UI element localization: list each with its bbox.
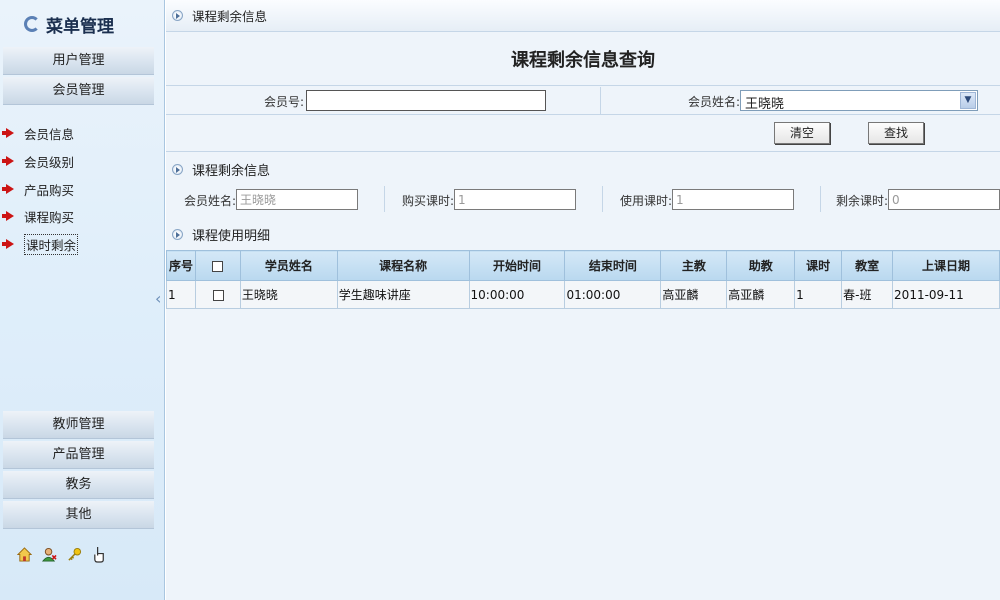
- member-name-select-value: 王晓晓: [745, 97, 785, 112]
- sidebar-group-user-management[interactable]: 用户管理: [3, 47, 154, 75]
- member-name-label: 会员姓名:: [687, 95, 740, 109]
- red-arrow-icon: [2, 156, 14, 166]
- actions-row: 清空 查找: [166, 115, 1000, 152]
- remaining-section-label: 课程剩余信息: [192, 164, 271, 179]
- cell-lead-teacher: 高亚麟: [660, 280, 728, 309]
- sidebar-group-teacher-management[interactable]: 教师管理: [3, 411, 154, 439]
- remain-bought-label: 购买课时:: [401, 194, 454, 208]
- menu-logo-icon: [24, 16, 40, 32]
- sidebar-title: 菜单管理: [24, 10, 114, 38]
- column-header: 课程名称: [336, 250, 470, 281]
- row-divider: [600, 87, 601, 115]
- remain-name-field[interactable]: [236, 189, 358, 210]
- row-divider: [820, 186, 821, 212]
- column-header: 上课日期: [892, 250, 1000, 281]
- hand-pointer-icon[interactable]: [91, 546, 108, 563]
- remain-left-field[interactable]: [888, 189, 1000, 210]
- detail-section-header: 课程使用明细: [172, 225, 270, 244]
- member-no-input[interactable]: [306, 90, 546, 111]
- sidebar-group-academic-affairs[interactable]: 教务: [3, 471, 154, 499]
- remain-bought-field[interactable]: [454, 189, 576, 210]
- cell-course-name: 学生趣味讲座: [336, 280, 470, 309]
- column-header: 助教: [726, 250, 796, 281]
- cell-start-time: 10:00:00: [468, 280, 566, 309]
- select-all-column-header: [194, 250, 241, 281]
- cell-index: 1: [166, 280, 196, 309]
- sidebar-group-member-management[interactable]: 会员管理: [3, 77, 154, 105]
- column-header: 序号: [166, 250, 196, 281]
- remain-used-label: 使用课时:: [619, 194, 672, 208]
- cell-hours: 1: [794, 280, 843, 309]
- column-header: 学员姓名: [239, 250, 338, 281]
- key-icon[interactable]: [66, 546, 83, 563]
- cell-classroom: 春-班: [841, 280, 894, 309]
- sidebar-item-product-purchase[interactable]: 产品购买: [2, 179, 75, 199]
- sidebar-group-other[interactable]: 其他: [3, 501, 154, 529]
- main-content: 课程剩余信息 课程剩余信息查询 会员号: 会员姓名: 王晓晓 ▼ 清空 查找 课…: [166, 0, 1000, 600]
- remain-name-label: 会员姓名:: [183, 194, 236, 208]
- table-row[interactable]: 1 王晓晓 学生趣味讲座 10:00:00 01:00:00 高亚麟 高亚麟 1…: [166, 280, 1000, 309]
- sidebar-item-label: 课时剩余: [24, 233, 79, 255]
- user-icon[interactable]: [41, 546, 58, 563]
- chevron-down-icon: ▼: [960, 92, 976, 109]
- remaining-row: 会员姓名: 购买课时: 使用课时: 剩余课时:: [166, 182, 1000, 216]
- breadcrumb-label: 课程剩余信息: [192, 9, 268, 24]
- row-divider: [602, 186, 603, 212]
- play-bullet-icon: [172, 10, 183, 21]
- sidebar-item-course-purchase[interactable]: 课程购买: [2, 206, 75, 226]
- play-bullet-icon: [172, 229, 183, 240]
- red-arrow-icon: [2, 239, 14, 249]
- remain-left-label: 剩余课时:: [835, 194, 888, 208]
- red-arrow-icon: [2, 184, 14, 194]
- sidebar-item-remaining-hours[interactable]: 课时剩余: [2, 233, 79, 255]
- page-title: 课程剩余信息查询: [166, 36, 1000, 86]
- row-checkbox[interactable]: [212, 289, 224, 301]
- select-all-checkbox[interactable]: [212, 260, 224, 272]
- sidebar-bottom-toolbar: [16, 546, 108, 563]
- row-divider: [384, 186, 385, 212]
- column-header: 教室: [841, 250, 894, 281]
- sidebar-item-member-info[interactable]: 会员信息: [2, 123, 75, 143]
- member-name-select[interactable]: 王晓晓 ▼: [740, 90, 978, 112]
- red-arrow-icon: [2, 211, 14, 221]
- home-icon[interactable]: [16, 546, 33, 563]
- sidebar-item-label: 会员信息: [24, 126, 75, 142]
- cell-checkbox: [194, 280, 241, 309]
- cell-end-time: 01:00:00: [564, 280, 662, 309]
- column-header: 开始时间: [468, 250, 566, 281]
- column-header: 课时: [794, 250, 843, 281]
- red-arrow-icon: [2, 128, 14, 138]
- search-row: 会员号: 会员姓名: 王晓晓 ▼: [166, 87, 1000, 115]
- cell-student-name: 王晓晓: [239, 280, 338, 309]
- sidebar-item-label: 课程购买: [24, 209, 75, 225]
- course-usage-table: 序号 学员姓名 课程名称 开始时间 结束时间 主教 助教 课时 教室 上课日期 …: [166, 250, 1000, 309]
- sidebar-item-label: 会员级别: [24, 154, 75, 170]
- sidebar: 菜单管理 用户管理 会员管理 会员信息 会员级别 产品购买 课程购买 课时剩余 …: [0, 0, 165, 600]
- sidebar-title-text: 菜单管理: [46, 16, 114, 37]
- table-header-row: 序号 学员姓名 课程名称 开始时间 结束时间 主教 助教 课时 教室 上课日期: [166, 250, 1000, 281]
- column-header: 结束时间: [564, 250, 662, 281]
- sidebar-collapse-toggle[interactable]: ‹: [155, 287, 164, 311]
- sidebar-item-member-level[interactable]: 会员级别: [2, 151, 75, 171]
- remaining-section-header: 课程剩余信息: [172, 160, 270, 179]
- sidebar-group-product-management[interactable]: 产品管理: [3, 441, 154, 469]
- remain-used-field[interactable]: [672, 189, 794, 210]
- cell-assistant: 高亚麟: [726, 280, 796, 309]
- search-button[interactable]: 查找: [868, 122, 924, 144]
- cell-class-date: 2011-09-11: [892, 280, 1000, 309]
- column-header: 主教: [660, 250, 728, 281]
- detail-section-label: 课程使用明细: [192, 229, 271, 244]
- clear-button[interactable]: 清空: [774, 122, 830, 144]
- member-no-label: 会员号:: [263, 95, 304, 109]
- play-bullet-icon: [172, 164, 183, 175]
- sidebar-item-label: 产品购买: [24, 182, 75, 198]
- breadcrumb: 课程剩余信息: [166, 0, 1000, 32]
